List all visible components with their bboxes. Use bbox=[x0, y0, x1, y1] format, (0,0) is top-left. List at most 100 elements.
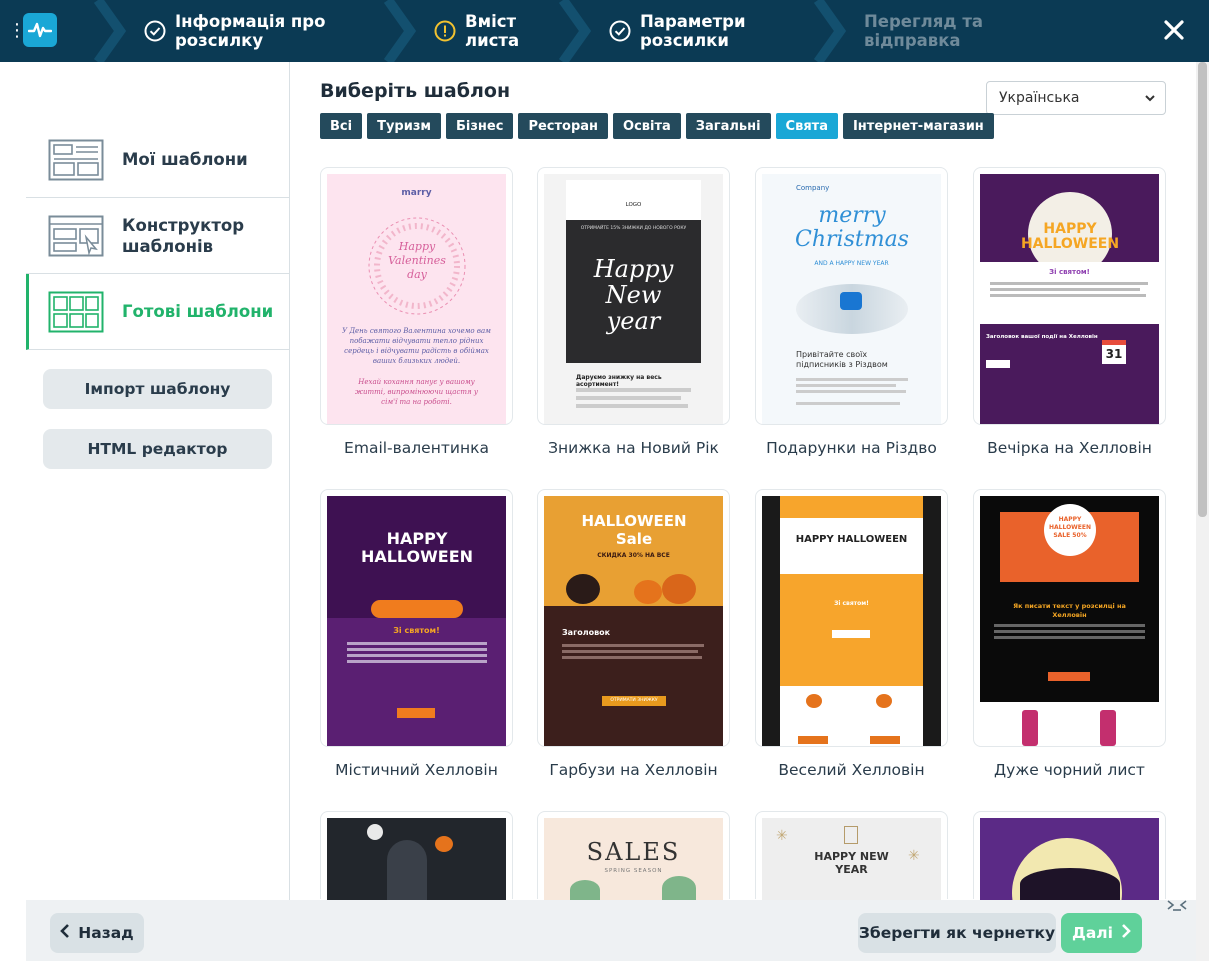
ready-templates-icon bbox=[48, 291, 104, 333]
snowflake-icon: ✳ bbox=[908, 848, 920, 864]
thumb-sub: SPRING SEASON bbox=[604, 868, 663, 874]
thumb-text-line bbox=[562, 656, 702, 659]
template-thumbnail[interactable]: Company merry Christmas AND A HAPPY NEW … bbox=[755, 167, 948, 425]
thumb-white-panel bbox=[980, 702, 1159, 746]
filter-general[interactable]: Загальні bbox=[685, 113, 771, 139]
thumb-button bbox=[986, 360, 1010, 368]
thumb-banner: ОТРИМАЙТЕ 15% ЗНИЖКИ ДО НОВОГО РОКУ bbox=[580, 226, 687, 231]
thumb-button bbox=[870, 736, 900, 744]
pumpkin-icon bbox=[435, 836, 453, 852]
skulls-silhouette bbox=[1020, 868, 1120, 900]
thumb-dark-panel bbox=[544, 606, 723, 746]
filter-business[interactable]: Бізнес bbox=[446, 113, 514, 139]
thumb-script: merry Christmas bbox=[795, 203, 909, 252]
thumb-sub: AND A HAPPY NEW YEAR bbox=[814, 260, 889, 267]
moon-icon bbox=[367, 824, 383, 840]
template-preview: HAPPY NEW YEAR ✳ ✳ bbox=[762, 818, 941, 900]
filter-online-store[interactable]: Інтернет-магазин bbox=[842, 113, 994, 139]
sidebar-item-template-builder[interactable]: Конструктор шаблонів bbox=[26, 198, 290, 274]
template-card[interactable] bbox=[973, 811, 1166, 900]
thumb-company: Company bbox=[796, 184, 830, 192]
template-name: Веселий Хелловін bbox=[778, 761, 925, 779]
template-thumbnail[interactable] bbox=[320, 811, 513, 900]
template-thumbnail[interactable]: HAPPY HALLOWEEN Зі святом! Заголовок ваш… bbox=[973, 167, 1166, 425]
template-thumbnail[interactable]: HALLOWEEN Sale СКИДКА 30% НА ВСЕ Заголов… bbox=[537, 489, 730, 747]
language-select[interactable]: Українська bbox=[986, 81, 1166, 115]
thumb-body: У День святого Валентина хочемо вам поба… bbox=[342, 327, 491, 365]
template-preview bbox=[327, 818, 506, 900]
thumb-sub: Зі святом! bbox=[834, 600, 869, 607]
template-card[interactable] bbox=[320, 811, 513, 900]
template-card-fun-halloween[interactable]: HAPPY HALLOWEEN Зі святом! Веселий Хелло… bbox=[755, 489, 948, 779]
back-button[interactable]: Назад bbox=[50, 913, 144, 953]
step-label: Перегляд та відправка bbox=[864, 12, 984, 50]
template-thumbnail[interactable]: marry Happy Valentines day У День святог… bbox=[320, 167, 513, 425]
code-widget-icon[interactable] bbox=[1162, 891, 1192, 919]
close-icon[interactable] bbox=[1161, 17, 1187, 43]
filter-holidays[interactable]: Свята bbox=[775, 113, 838, 139]
template-thumbnail[interactable] bbox=[973, 811, 1166, 900]
template-name: Гарбузи на Хелловін bbox=[549, 761, 718, 779]
thumb-title: HAPPY HALLOWEEN bbox=[795, 534, 908, 545]
check-circle-icon bbox=[144, 20, 166, 42]
template-card-valentine[interactable]: marry Happy Valentines day У День святог… bbox=[320, 167, 513, 457]
template-name: Дуже чорний лист bbox=[994, 761, 1145, 779]
template-card-mystic-halloween[interactable]: HAPPY HALLOWEEN Зі святом! Містичний Хел… bbox=[320, 489, 513, 779]
template-thumbnail[interactable]: HAPPY HALLOWEEN SALE 50% Як писати текст… bbox=[973, 489, 1166, 747]
template-thumbnail[interactable]: HAPPY HALLOWEEN Зі святом! bbox=[320, 489, 513, 747]
cauldron-icon bbox=[566, 574, 600, 604]
thumb-heading: Як писати текст у розсилці на Хелловін bbox=[1013, 602, 1126, 619]
import-template-button[interactable]: Імпорт шаблону bbox=[43, 369, 272, 409]
calendar-icon: 31 bbox=[1102, 340, 1126, 364]
thumb-text-line bbox=[576, 404, 688, 408]
template-preview: HAPPY HALLOWEEN SALE 50% Як писати текст… bbox=[980, 496, 1159, 746]
vertical-scrollbar[interactable] bbox=[1196, 62, 1209, 961]
html-editor-button[interactable]: HTML редактор bbox=[43, 429, 272, 469]
thumb-title: HAPPY HALLOWEEN bbox=[360, 529, 474, 566]
template-card[interactable]: SALES SPRING SEASON bbox=[537, 811, 730, 900]
sidebar-item-my-templates[interactable]: Мої шаблони bbox=[26, 122, 290, 198]
template-thumbnail[interactable]: HAPPY HALLOWEEN Зі святом! bbox=[755, 489, 948, 747]
step-label: Вміст листа bbox=[465, 12, 520, 50]
pulse-logo-icon[interactable] bbox=[23, 13, 57, 47]
template-thumbnail[interactable]: HAPPY NEW YEAR ✳ ✳ bbox=[755, 811, 948, 900]
template-preview: SALES SPRING SEASON bbox=[544, 818, 723, 900]
template-card-new-year-discount[interactable]: LOGO ОТРИМАЙТЕ 15% ЗНИЖКИ ДО НОВОГО РОКУ… bbox=[537, 167, 730, 457]
category-filters: Всі Туризм Бізнес Ресторан Освіта Загаль… bbox=[320, 113, 994, 139]
sidebar-item-label: Мої шаблони bbox=[122, 150, 248, 169]
step-label: Інформація про розсилку bbox=[175, 12, 326, 50]
template-card-christmas-gifts[interactable]: Company merry Christmas AND A HAPPY NEW … bbox=[755, 167, 948, 457]
sidebar-item-ready-templates[interactable]: Готові шаблони bbox=[26, 274, 290, 350]
step-mailing-info[interactable]: Інформація про розсилку bbox=[88, 0, 378, 62]
template-card[interactable]: HAPPY NEW YEAR ✳ ✳ bbox=[755, 811, 948, 900]
template-card-pumpkins-halloween[interactable]: HALLOWEEN Sale СКИДКА 30% НА ВСЕ Заголов… bbox=[537, 489, 730, 779]
template-card-halloween-party[interactable]: HAPPY HALLOWEEN Зі святом! Заголовок ваш… bbox=[973, 167, 1166, 457]
template-preview: HAPPY HALLOWEEN Зі святом! Заголовок ваш… bbox=[980, 174, 1159, 424]
thumb-button bbox=[397, 708, 435, 718]
save-draft-button[interactable]: Зберегти як чернетку bbox=[858, 913, 1056, 953]
check-circle-icon bbox=[609, 20, 631, 42]
step-letter-content[interactable]: Вміст листа bbox=[378, 0, 553, 62]
snowflake-icon: ✳ bbox=[776, 828, 788, 844]
chevron-left-icon bbox=[60, 924, 70, 942]
thumb-brand: marry bbox=[401, 188, 432, 198]
thumb-title: SALES bbox=[586, 838, 681, 866]
next-button[interactable]: Далі bbox=[1061, 913, 1142, 953]
template-name: Знижка на Новий Рік bbox=[548, 439, 719, 457]
thumb-heading: Заголовок bbox=[562, 628, 611, 637]
template-thumbnail[interactable]: LOGO ОТРИМАЙТЕ 15% ЗНИЖКИ ДО НОВОГО РОКУ… bbox=[537, 167, 730, 425]
template-thumbnail[interactable]: SALES SPRING SEASON bbox=[537, 811, 730, 900]
app-menu-icon[interactable]: ⋮ bbox=[8, 18, 26, 44]
step-review-send[interactable]: Перегляд та відправка bbox=[808, 0, 1088, 62]
language-select-value: Українська bbox=[999, 90, 1080, 106]
calendar-day: 31 bbox=[1105, 347, 1123, 361]
warning-circle-icon bbox=[434, 20, 456, 42]
filter-restaurant[interactable]: Ресторан bbox=[518, 113, 609, 139]
filter-all[interactable]: Всі bbox=[320, 113, 363, 139]
thumb-text-line bbox=[796, 384, 896, 387]
scrollbar-thumb[interactable] bbox=[1198, 62, 1207, 517]
template-card-very-black-letter[interactable]: HAPPY HALLOWEEN SALE 50% Як писати текст… bbox=[973, 489, 1166, 779]
filter-education[interactable]: Освіта bbox=[613, 113, 681, 139]
filter-tourism[interactable]: Туризм bbox=[367, 113, 442, 139]
step-mailing-params[interactable]: Параметри розсилки bbox=[553, 0, 808, 62]
